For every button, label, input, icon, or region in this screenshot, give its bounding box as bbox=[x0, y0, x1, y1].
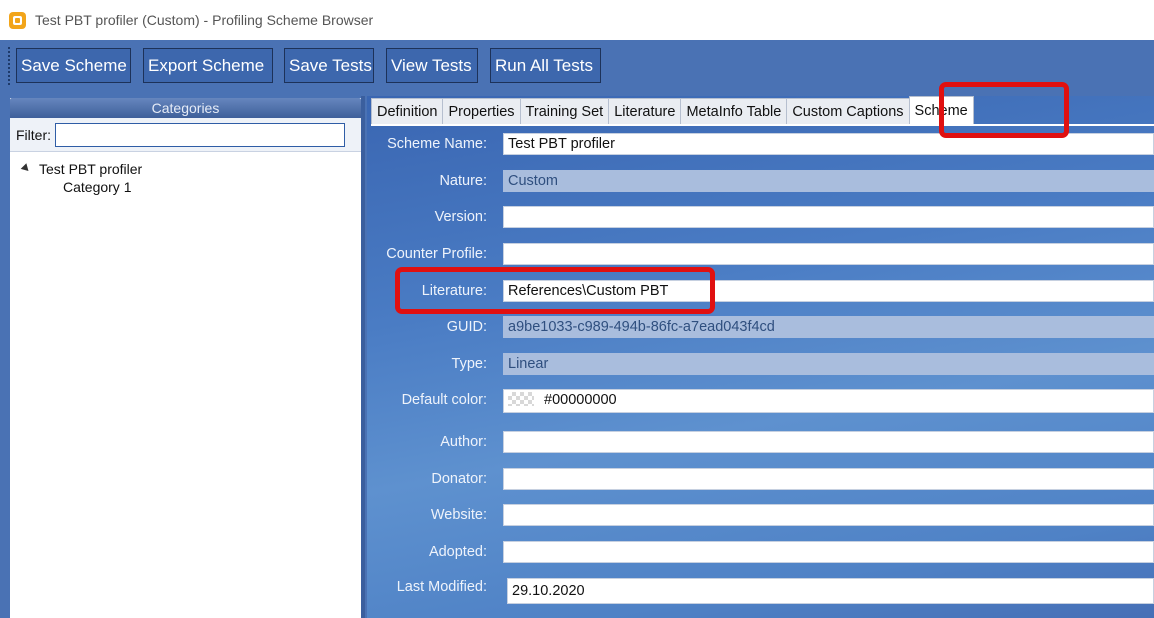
default-color-value: #00000000 bbox=[544, 392, 617, 408]
type-field: Linear bbox=[503, 353, 1154, 375]
tree-item-category-1[interactable]: Category 1 bbox=[63, 179, 361, 200]
tree-item-root[interactable]: Test PBT profiler bbox=[10, 158, 361, 179]
literature-field[interactable]: References\Custom PBT bbox=[503, 280, 1154, 302]
label-default-color: Default color: bbox=[401, 392, 487, 408]
tab-scheme[interactable]: Scheme bbox=[908, 96, 974, 124]
app-logo-icon bbox=[9, 11, 26, 29]
label-version: Version: bbox=[434, 209, 487, 225]
categories-panel: Categories Filter: Test PBT profiler Cat… bbox=[10, 98, 361, 618]
export-scheme-button[interactable]: Export Scheme bbox=[143, 48, 273, 83]
categories-header: Categories bbox=[10, 98, 361, 118]
label-donator: Donator: bbox=[431, 471, 487, 487]
label-counter-profile: Counter Profile: bbox=[386, 246, 487, 262]
title-bar: Test PBT profiler (Custom) - Profiling S… bbox=[0, 0, 1154, 40]
label-type: Type: bbox=[451, 356, 487, 372]
version-field[interactable] bbox=[503, 206, 1154, 228]
label-literature: Literature: bbox=[421, 283, 487, 299]
tab-definition[interactable]: Definition bbox=[371, 98, 444, 124]
tab-metainfo-table[interactable]: MetaInfo Table bbox=[680, 98, 788, 124]
toolbar-grip[interactable] bbox=[8, 47, 10, 85]
save-tests-button[interactable]: Save Tests bbox=[284, 48, 374, 83]
tree-item-label: Test PBT profiler bbox=[39, 160, 143, 177]
label-author: Author: bbox=[440, 434, 487, 450]
last-modified-field[interactable]: 29.10.2020 bbox=[507, 578, 1154, 604]
label-website: Website: bbox=[430, 507, 487, 523]
transparent-color-swatch-icon bbox=[508, 392, 534, 406]
label-nature: Nature: bbox=[439, 173, 487, 189]
counter-profile-field[interactable] bbox=[503, 243, 1154, 265]
tab-training-set[interactable]: Training Set bbox=[519, 98, 610, 124]
label-adopted: Adopted: bbox=[428, 544, 487, 560]
category-tree: Test PBT profiler Category 1 bbox=[10, 152, 361, 200]
filter-label: Filter: bbox=[16, 126, 51, 143]
filter-input[interactable] bbox=[55, 122, 345, 147]
expand-arrow-icon[interactable] bbox=[20, 163, 32, 174]
view-tests-button[interactable]: View Tests bbox=[386, 48, 478, 83]
nature-field: Custom bbox=[503, 170, 1154, 192]
label-scheme-name: Scheme Name: bbox=[387, 136, 487, 152]
label-last-modified: Last Modified: bbox=[396, 579, 487, 595]
tab-content-border bbox=[371, 124, 1154, 126]
scheme-panel: Definition Properties Training Set Liter… bbox=[367, 96, 1154, 618]
adopted-field[interactable] bbox=[503, 541, 1154, 563]
guid-field: a9be1033-c989-494b-86fc-a7ead043f4cd bbox=[503, 316, 1154, 338]
panel-splitter[interactable] bbox=[361, 96, 365, 618]
tab-strip: Definition Properties Training Set Liter… bbox=[371, 96, 974, 124]
tab-properties[interactable]: Properties bbox=[442, 98, 521, 124]
default-color-field[interactable]: #00000000 bbox=[503, 389, 1154, 413]
filter-row: Filter: bbox=[10, 118, 361, 152]
save-scheme-button[interactable]: Save Scheme bbox=[16, 48, 131, 83]
window-title: Test PBT profiler (Custom) - Profiling S… bbox=[35, 12, 374, 28]
label-guid: GUID: bbox=[446, 319, 487, 335]
tab-literature[interactable]: Literature bbox=[608, 98, 682, 124]
toolbar: Save Scheme Export Scheme Save Tests Vie… bbox=[0, 40, 1154, 96]
tab-custom-captions[interactable]: Custom Captions bbox=[786, 98, 910, 124]
website-field[interactable] bbox=[503, 504, 1154, 526]
scheme-name-field[interactable]: Test PBT profiler bbox=[503, 133, 1154, 155]
donator-field[interactable] bbox=[503, 468, 1154, 490]
run-all-tests-button[interactable]: Run All Tests bbox=[490, 48, 601, 83]
author-field[interactable] bbox=[503, 431, 1154, 453]
